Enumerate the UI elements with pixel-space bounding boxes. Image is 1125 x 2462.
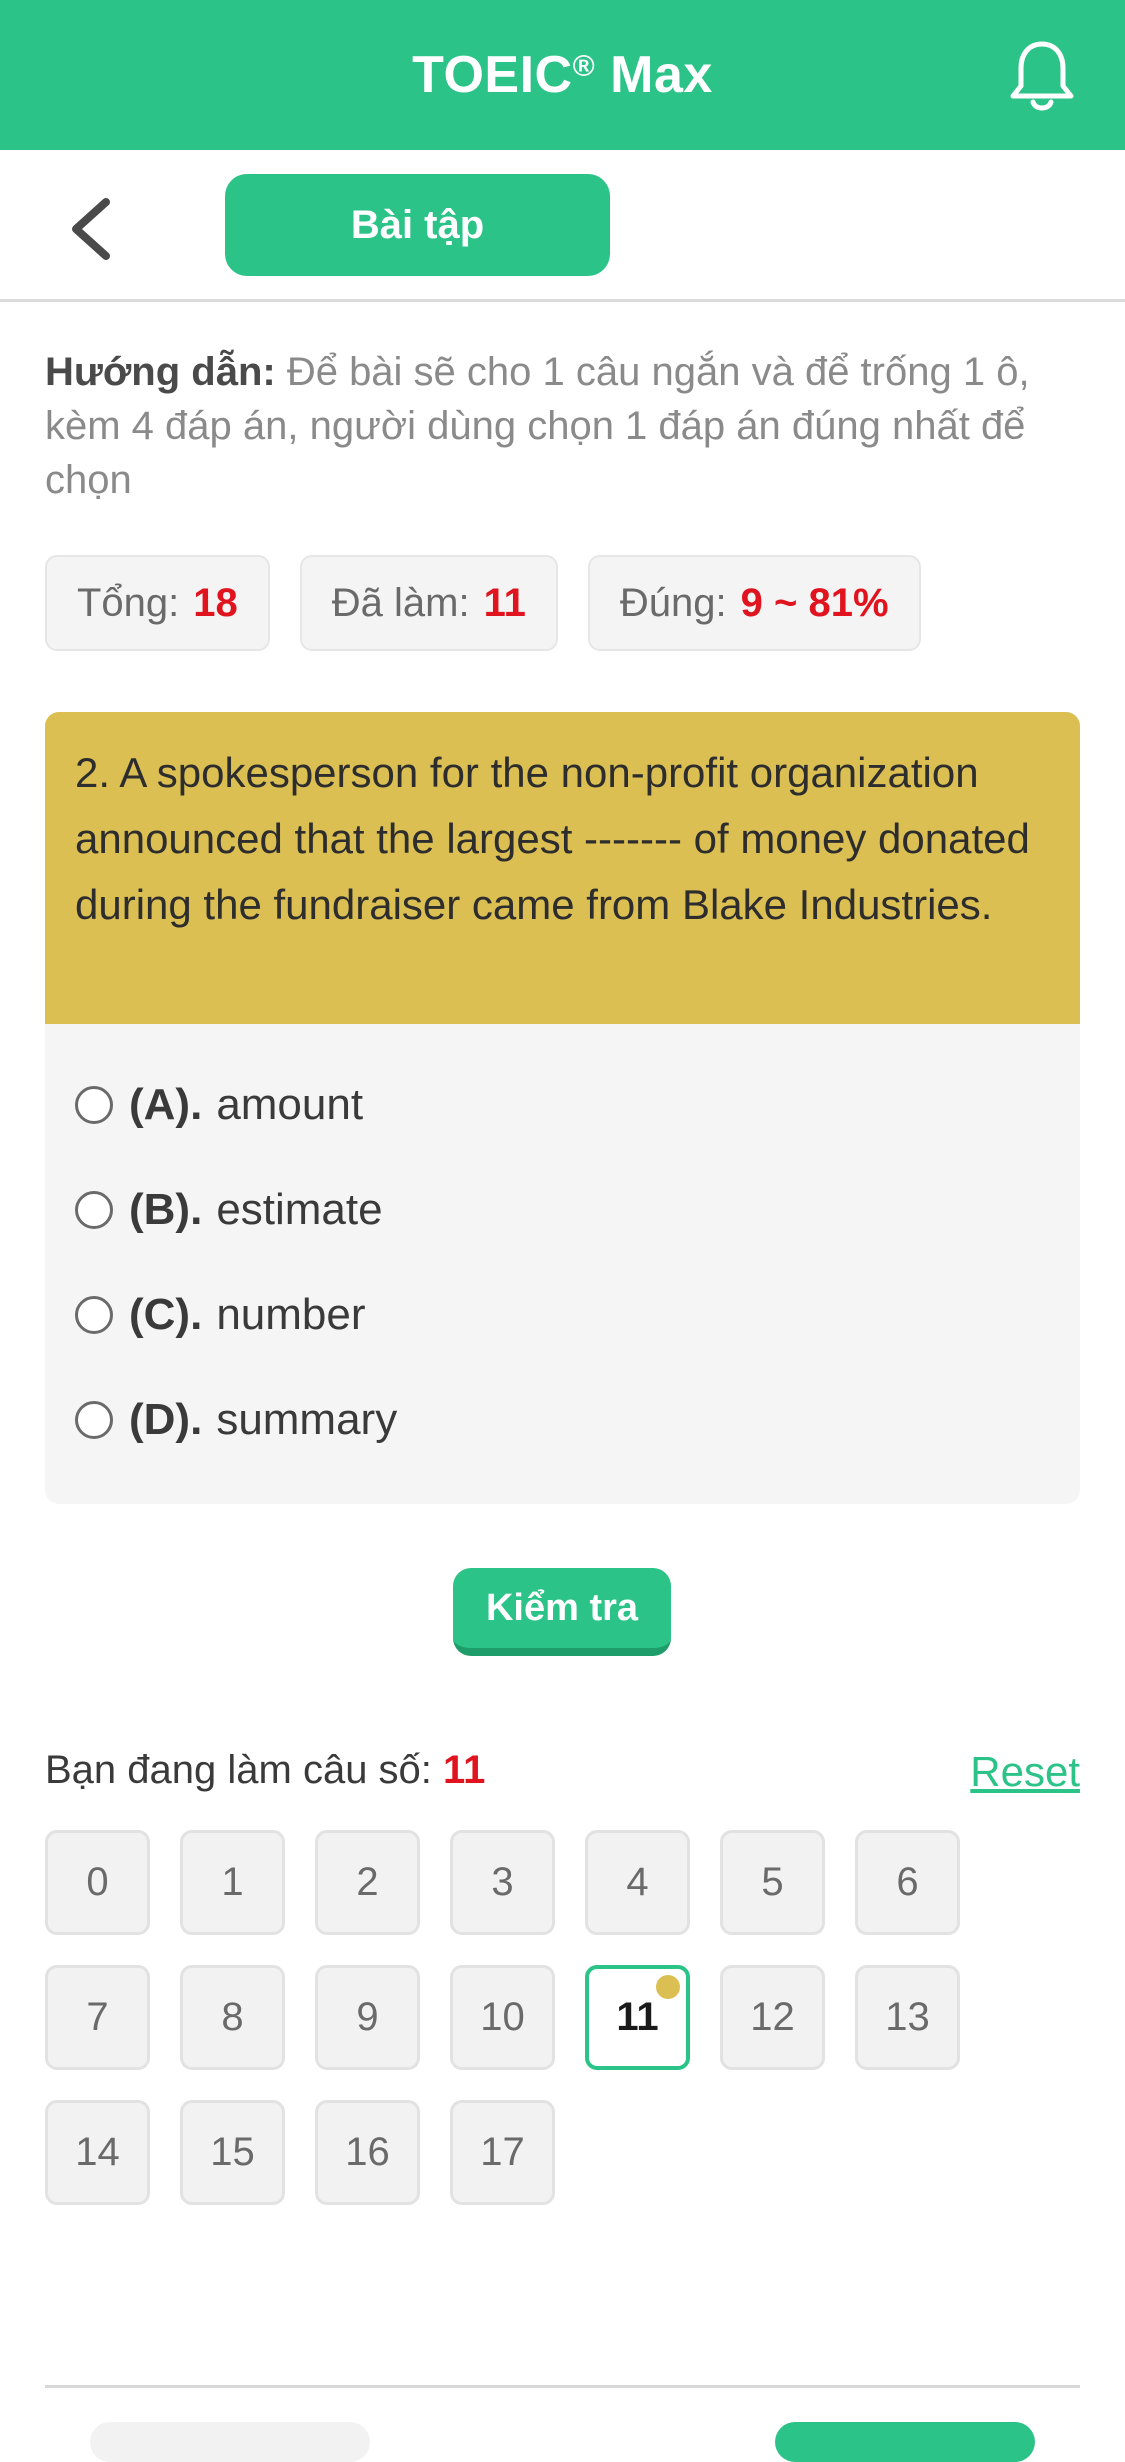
stat-correct-label: Đúng: <box>619 580 727 625</box>
question-navigator-grid: 0 1 2 3 4 5 6 7 8 9 10 11 12 13 14 15 16 17 <box>45 1830 1105 2205</box>
chevron-left-icon[interactable] <box>62 196 122 262</box>
stat-done-label: Đã làm: <box>331 580 470 625</box>
question-cell-14[interactable]: 14 <box>45 2100 150 2205</box>
question-card: 2. A spokesperson for the non-profit org… <box>45 712 1080 1504</box>
stat-total-value: 18 <box>193 580 238 625</box>
question-cell-0[interactable]: 0 <box>45 1830 150 1935</box>
question-cell-13[interactable]: 13 <box>855 1965 960 2070</box>
radio-button[interactable] <box>75 1295 113 1334</box>
current-question-label: Bạn đang làm câu số: 11 <box>45 1748 486 1792</box>
option-c[interactable]: (C). number <box>45 1262 1080 1367</box>
question-cell-7[interactable]: 7 <box>45 1965 150 2070</box>
stat-done-value: 11 <box>483 580 526 625</box>
question-cell-16[interactable]: 16 <box>315 2100 420 2205</box>
question-cell-12[interactable]: 12 <box>720 1965 825 2070</box>
question-cell-5[interactable]: 5 <box>720 1830 825 1935</box>
radio-button[interactable] <box>75 1190 113 1229</box>
option-letter: (D). <box>129 1394 203 1444</box>
option-a[interactable]: (A). amount <box>45 1052 1080 1157</box>
stat-total-label: Tổng: <box>77 580 180 625</box>
question-cell-1[interactable]: 1 <box>180 1830 285 1935</box>
question-cell-4[interactable]: 4 <box>585 1830 690 1935</box>
question-cell-3[interactable]: 3 <box>450 1830 555 1935</box>
question-cell-11[interactable]: 11 <box>585 1965 690 2070</box>
stats-row: Tổng: 18 Đã làm: 11 Đúng: 9 ~ 81% <box>45 555 921 651</box>
radio-button[interactable] <box>75 1400 113 1439</box>
answer-options: (A). amount (B). estimate (C). number (D… <box>45 1024 1080 1472</box>
top-app-bar: TOEIC® Max <box>0 0 1125 150</box>
question-cell-10[interactable]: 10 <box>450 1965 555 2070</box>
bell-icon[interactable] <box>1009 38 1075 114</box>
stat-correct-value: 9 ~ 81% <box>740 580 889 625</box>
stat-total: Tổng: 18 <box>45 555 270 651</box>
question-cell-8[interactable]: 8 <box>180 1965 285 2070</box>
radio-button[interactable] <box>75 1085 113 1124</box>
tab-bai-tap[interactable]: Bài tập <box>225 174 610 276</box>
next-button[interactable] <box>775 2422 1035 2462</box>
attempted-dot <box>656 1975 680 1999</box>
question-cell-15[interactable]: 15 <box>180 2100 285 2205</box>
option-d[interactable]: (D). summary <box>45 1367 1080 1472</box>
question-cell-17[interactable]: 17 <box>450 2100 555 2205</box>
divider <box>45 2385 1080 2388</box>
option-letter: (B). <box>129 1184 203 1234</box>
stat-correct: Đúng: 9 ~ 81% <box>587 555 921 651</box>
question-cell-2[interactable]: 2 <box>315 1830 420 1935</box>
question-text: 2. A spokesperson for the non-profit org… <box>45 712 1080 1024</box>
option-letter: (C). <box>129 1289 203 1339</box>
question-cell-6[interactable]: 6 <box>855 1830 960 1935</box>
stat-done: Đã làm: 11 <box>299 555 558 651</box>
check-button[interactable]: Kiểm tra <box>453 1568 671 1656</box>
instructions-label: Hướng dẫn: <box>45 350 276 394</box>
option-text: summary <box>216 1394 398 1444</box>
reset-link[interactable]: Reset <box>970 1748 1080 1796</box>
instructions: Hướng dẫn: Để bài sẽ cho 1 câu ngắn và đ… <box>45 345 1085 507</box>
option-b[interactable]: (B). estimate <box>45 1157 1080 1262</box>
previous-button[interactable] <box>90 2422 370 2462</box>
question-cell-9[interactable]: 9 <box>315 1965 420 2070</box>
option-text: amount <box>216 1079 364 1129</box>
option-letter: (A). <box>129 1079 203 1129</box>
option-text: number <box>216 1289 366 1339</box>
sub-header: Bài tập <box>0 150 1125 302</box>
registered-mark: ® <box>572 50 596 83</box>
current-question-number: 11 <box>443 1748 486 1792</box>
app-title: TOEIC® Max <box>412 46 713 104</box>
option-text: estimate <box>216 1184 383 1234</box>
